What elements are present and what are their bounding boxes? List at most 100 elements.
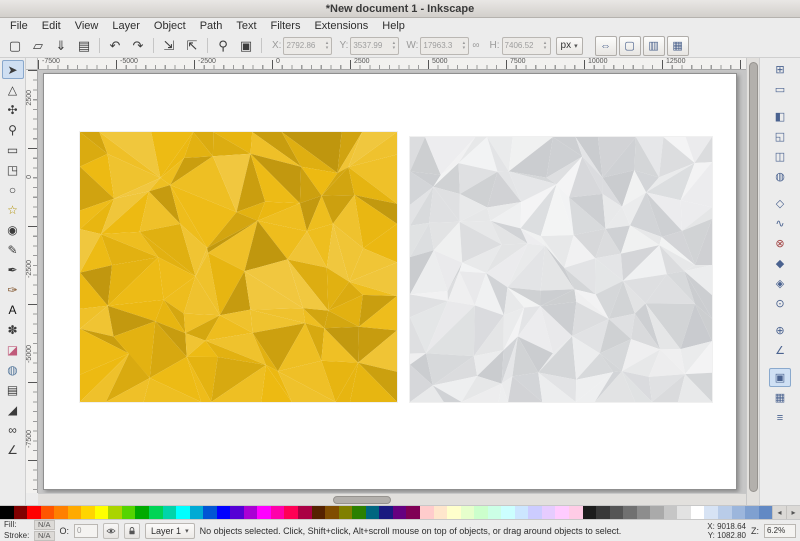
palette-swatch[interactable] (325, 506, 339, 519)
palette-swatch[interactable] (596, 506, 610, 519)
snap-nodes[interactable]: ◇ (769, 194, 791, 213)
layer-visibility-button[interactable] (103, 523, 119, 539)
palette-swatch[interactable] (14, 506, 28, 519)
horizontal-scrollbar[interactable] (38, 493, 746, 505)
palette-swatch[interactable] (284, 506, 298, 519)
tool-zoom[interactable]: ⚲ (2, 120, 24, 139)
palette-swatch[interactable] (569, 506, 583, 519)
palette-swatch[interactable] (420, 506, 434, 519)
palette-swatch[interactable] (447, 506, 461, 519)
snap-bbox-corners[interactable]: ◱ (769, 127, 791, 146)
horizontal-scrollbar-thumb[interactable] (333, 496, 391, 504)
lock-dimensions-icon[interactable]: ∞ (472, 40, 479, 51)
snap-page-border[interactable]: ▣ (769, 368, 791, 387)
ruler-left[interactable]: 25000-2500-5000-7500 (26, 70, 38, 493)
import-image-button[interactable]: ⇲ (158, 36, 180, 56)
transform-patterns-toggle[interactable]: ▦ (667, 36, 689, 56)
tool-spiral[interactable]: ◉ (2, 220, 24, 239)
palette-swatch[interactable] (379, 506, 393, 519)
palette-swatch[interactable] (623, 506, 637, 519)
palette-swatch[interactable] (217, 506, 231, 519)
palette-swatch[interactable] (488, 506, 502, 519)
palette-swatch[interactable] (230, 506, 244, 519)
ruler-top[interactable]: -7500-5000-250002500500075001000012500 (38, 58, 746, 70)
palette-swatch[interactable] (312, 506, 326, 519)
snap-midpoints[interactable]: ⊙ (769, 294, 791, 313)
tool-selector[interactable]: ➤ (2, 60, 24, 79)
palette-swatch[interactable] (515, 506, 529, 519)
palette-swatch[interactable] (393, 506, 407, 519)
palette-swatch[interactable] (406, 506, 420, 519)
palette-swatch[interactable] (0, 506, 14, 519)
palette-swatch[interactable] (257, 506, 271, 519)
save-document-button[interactable]: ⇓ (50, 36, 72, 56)
menu-extensions[interactable]: Extensions (307, 19, 375, 33)
tool-3dbox[interactable]: ◳ (2, 160, 24, 179)
palette-swatch[interactable] (434, 506, 448, 519)
palette-swatch[interactable] (664, 506, 678, 519)
snap-guides[interactable]: ≡ (769, 408, 791, 427)
palette-swatch[interactable] (54, 506, 68, 519)
menu-help[interactable]: Help (375, 19, 412, 33)
palette-swatch[interactable] (81, 506, 95, 519)
tool-dropper[interactable]: ◢ (2, 400, 24, 419)
palette-swatch[interactable] (718, 506, 732, 519)
layer-lock-button[interactable] (124, 523, 140, 539)
snap-paths[interactable]: ∿ (769, 214, 791, 233)
palette-swatch[interactable] (149, 506, 163, 519)
snap-bounding-box[interactable]: ▭ (769, 80, 791, 99)
palette-swatch[interactable] (610, 506, 624, 519)
palette-swatch[interactable] (176, 506, 190, 519)
tool-rectangle[interactable]: ▭ (2, 140, 24, 159)
transform-gradients-toggle[interactable]: ▥ (643, 36, 665, 56)
open-document-button[interactable]: ▱ (27, 36, 49, 56)
palette-swatch[interactable] (528, 506, 542, 519)
palette-swatch[interactable] (135, 506, 149, 519)
palette-swatch[interactable] (27, 506, 41, 519)
menu-edit[interactable]: Edit (35, 19, 68, 33)
palette-swatch[interactable] (501, 506, 515, 519)
palette-swatch[interactable] (745, 506, 759, 519)
menu-view[interactable]: View (68, 19, 106, 33)
zoom-drawing-button[interactable]: ⚲ (212, 36, 234, 56)
image-gray-lowpoly[interactable] (410, 137, 712, 402)
snap-bbox-edge-midpoints[interactable]: ◫ (769, 147, 791, 166)
palette-scroll-right-button[interactable]: ▸ (786, 506, 800, 519)
snap-grids[interactable]: ▦ (769, 388, 791, 407)
palette-swatch[interactable] (637, 506, 651, 519)
palette-swatch[interactable] (583, 506, 597, 519)
transform-stroke-toggle[interactable]: ⇔ (595, 36, 617, 56)
image-yellow-lowpoly[interactable] (80, 132, 397, 402)
palette-swatch[interactable] (163, 506, 177, 519)
palette-swatch[interactable] (704, 506, 718, 519)
palette-swatch[interactable] (108, 506, 122, 519)
palette-swatch[interactable] (122, 506, 136, 519)
tool-eraser[interactable]: ◪ (2, 340, 24, 359)
palette-swatch[interactable] (691, 506, 705, 519)
snap-bbox-centers[interactable]: ◍ (769, 167, 791, 186)
menu-text[interactable]: Text (229, 19, 263, 33)
snap-bbox-edges[interactable]: ◧ (769, 107, 791, 126)
tool-measure[interactable]: ∠ (2, 440, 24, 459)
menu-path[interactable]: Path (193, 19, 230, 33)
palette-swatch[interactable] (366, 506, 380, 519)
palette-swatch[interactable] (68, 506, 82, 519)
snap-rotation-centers[interactable]: ∠ (769, 341, 791, 360)
vertical-scrollbar[interactable] (746, 58, 759, 505)
tool-star[interactable]: ☆ (2, 200, 24, 219)
snap-smooth-nodes[interactable]: ◈ (769, 274, 791, 293)
stroke-value[interactable]: N/A (34, 531, 55, 541)
palette-swatch[interactable] (461, 506, 475, 519)
print-document-button[interactable]: ▤ (73, 36, 95, 56)
palette-swatch[interactable] (190, 506, 204, 519)
palette-swatch[interactable] (271, 506, 285, 519)
canvas-viewport[interactable] (38, 70, 746, 493)
snap-path-intersections[interactable]: ⊗ (769, 234, 791, 253)
redo-button[interactable]: ↷ (127, 36, 149, 56)
export-image-button[interactable]: ⇱ (181, 36, 203, 56)
zoom-page-button[interactable]: ▣ (235, 36, 257, 56)
vertical-scrollbar-thumb[interactable] (749, 62, 758, 492)
tool-text[interactable]: A (2, 300, 24, 319)
palette-swatch[interactable] (95, 506, 109, 519)
tool-calligraphy[interactable]: ✑ (2, 280, 24, 299)
